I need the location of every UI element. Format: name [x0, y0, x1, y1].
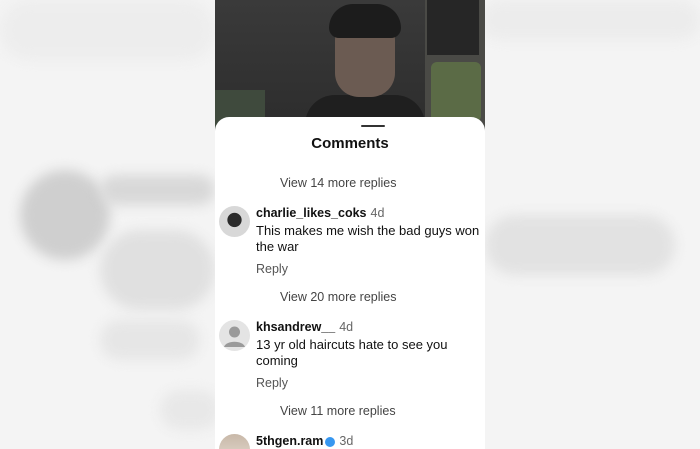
video-preview[interactable] — [215, 0, 485, 135]
comment-text: 13 yr old haircuts hate to see you comin… — [256, 337, 448, 368]
comment-time: 4d — [339, 320, 354, 334]
comment-item: charlie_likes_coks 4d This makes me wish … — [219, 206, 481, 278]
blur-shape — [485, 215, 675, 275]
comment-time: 4d — [370, 206, 385, 220]
video-scene-plant — [431, 62, 481, 122]
comment-item: 5thgen.ram 3d — [219, 434, 481, 449]
comment-header: khsandrew__ 4d — [256, 320, 353, 334]
phone-screen: Comments View 14 more replies charlie_li… — [215, 0, 485, 449]
blur-shape — [160, 390, 220, 430]
comments-sheet: Comments View 14 more replies charlie_li… — [215, 117, 485, 449]
comment-time: 3d — [339, 434, 354, 448]
video-scene-window — [427, 0, 479, 55]
user-avatar[interactable] — [219, 206, 250, 237]
blur-shape — [100, 175, 215, 205]
reply-button[interactable]: Reply — [256, 262, 288, 276]
comment-item: khsandrew__ 4d 13 yr old haircuts hate to… — [219, 320, 481, 392]
view-more-replies-link[interactable]: View 14 more replies — [280, 176, 397, 190]
blur-shape — [100, 230, 215, 310]
blur-shape — [100, 320, 200, 360]
username[interactable]: khsandrew__ — [256, 320, 335, 334]
sheet-title: Comments — [311, 135, 389, 152]
view-more-replies-link[interactable]: View 20 more replies — [280, 290, 397, 304]
verified-badge-icon — [325, 436, 336, 447]
default-avatar-icon[interactable] — [219, 320, 250, 351]
comment-text: This makes me wish the bad guys won the … — [256, 223, 480, 254]
view-more-replies-link[interactable]: View 11 more replies — [280, 404, 396, 418]
video-person-hair — [329, 4, 401, 38]
comment-header: 5thgen.ram 3d — [256, 434, 353, 448]
blur-shape — [480, 0, 700, 40]
blur-shape — [0, 0, 215, 60]
reply-button[interactable]: Reply — [256, 376, 288, 390]
drag-handle[interactable] — [361, 125, 385, 127]
comment-header: charlie_likes_coks 4d — [256, 206, 384, 220]
blur-shape — [20, 170, 110, 260]
user-avatar[interactable] — [219, 434, 250, 449]
username[interactable]: 5thgen.ram — [256, 434, 323, 448]
username[interactable]: charlie_likes_coks — [256, 206, 367, 220]
